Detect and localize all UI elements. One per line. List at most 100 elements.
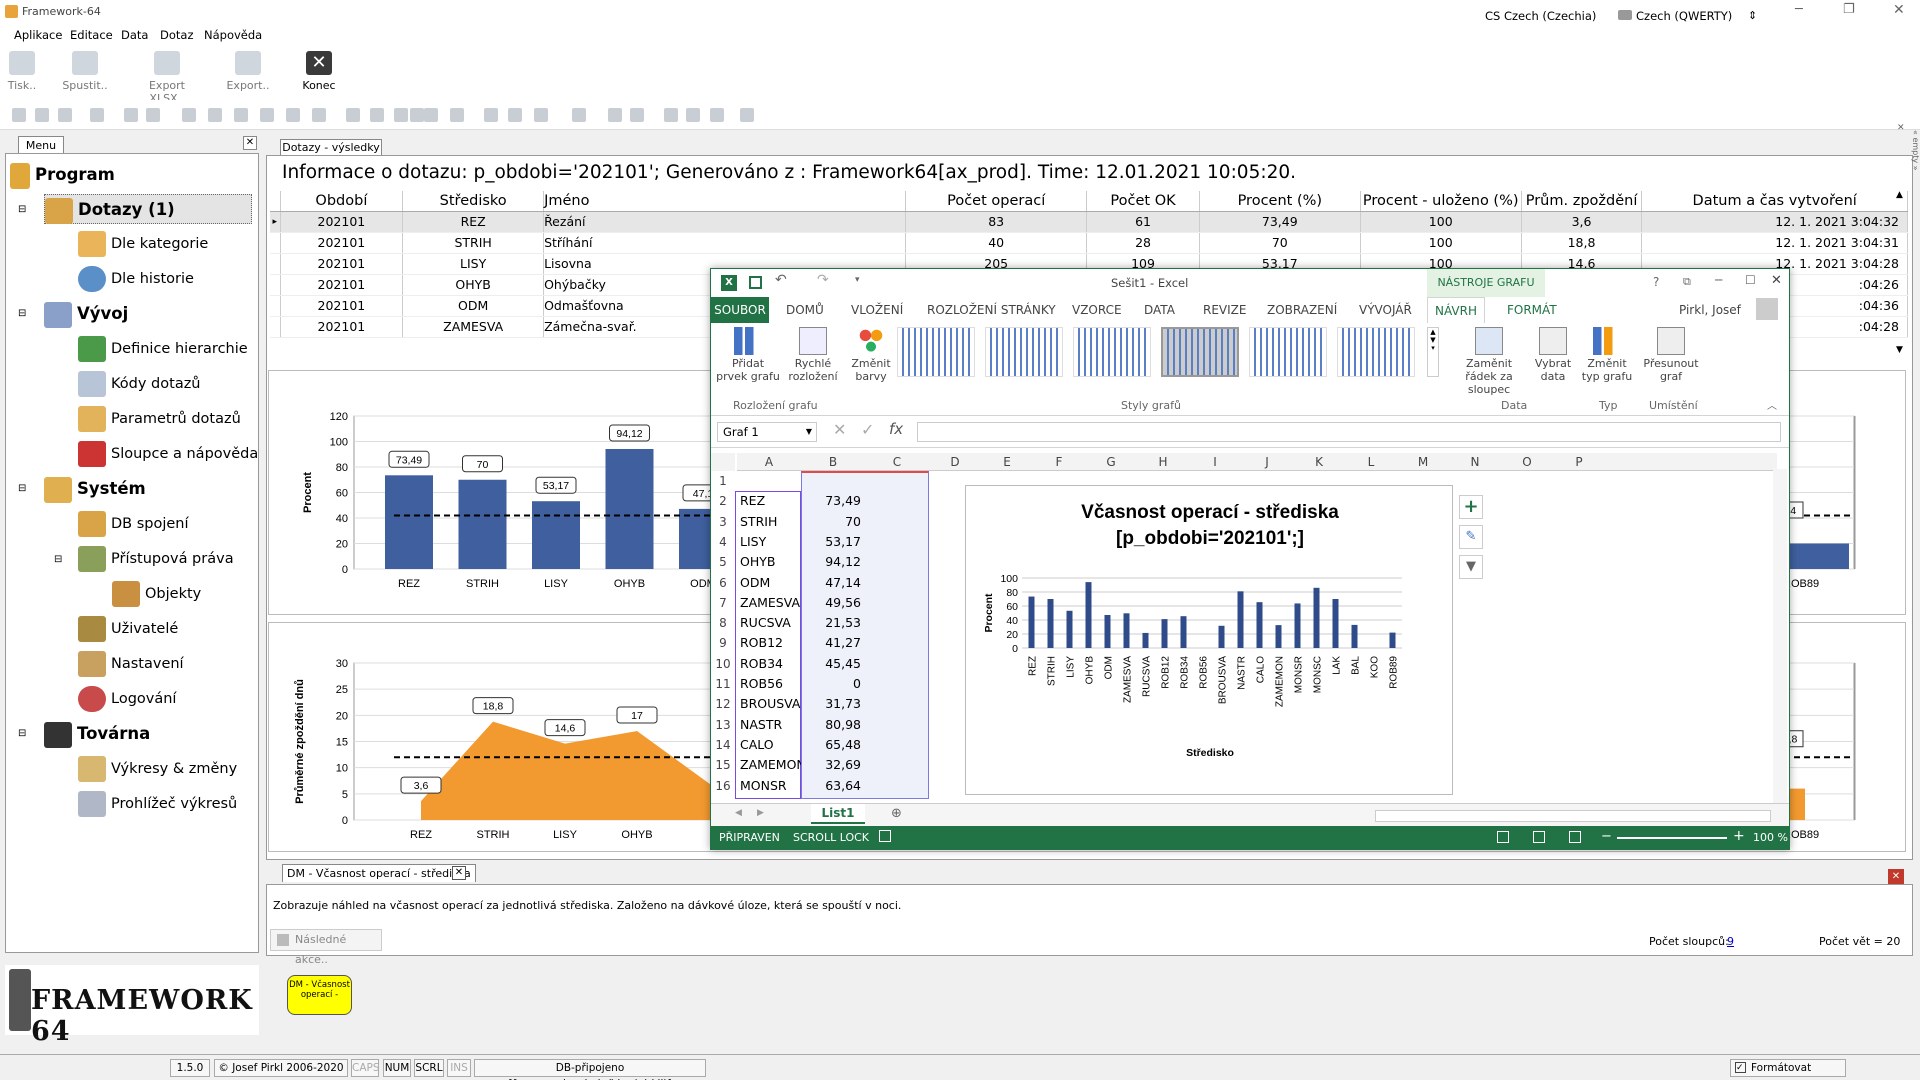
- page-break-icon[interactable]: [1569, 831, 1581, 843]
- column-header[interactable]: L: [1345, 453, 1397, 471]
- tab-domu[interactable]: DOMŮ: [786, 303, 824, 317]
- sort-icon[interactable]: [608, 108, 622, 122]
- tab-rozlozeni-stranky[interactable]: ROZLOŽENÍ STRÁNKY: [927, 303, 1056, 317]
- add-sheet-icon[interactable]: ⊕: [891, 806, 902, 821]
- cell-a[interactable]: LISY: [737, 532, 801, 552]
- cell-b[interactable]: 80,98: [801, 715, 865, 735]
- chart-style-4[interactable]: [1161, 327, 1239, 377]
- change-chart-type-button[interactable]: Změnit typ grafu: [1579, 323, 1635, 391]
- column-header[interactable]: B: [801, 453, 865, 471]
- tree-parametru-dotazu[interactable]: Parametrů dotazů: [78, 404, 241, 434]
- cell-b[interactable]: [801, 471, 865, 491]
- col-header[interactable]: Středisko: [402, 191, 545, 212]
- horizontal-scrollbar[interactable]: [1375, 810, 1771, 822]
- keyboard-indicator[interactable]: Czech (QWERTY): [1636, 9, 1732, 23]
- bar[interactable]: [458, 479, 507, 569]
- menu-close-button[interactable]: ✕: [243, 136, 257, 150]
- cell-a[interactable]: ODM: [737, 573, 801, 593]
- undo-icon[interactable]: ↶: [775, 272, 787, 288]
- next-actions-button[interactable]: Následné akce..: [270, 929, 382, 966]
- menu-napoveda[interactable]: Nápověda: [204, 28, 262, 42]
- bar[interactable]: [1237, 591, 1244, 648]
- star-icon[interactable]: [484, 108, 498, 122]
- column-header[interactable]: K: [1293, 453, 1345, 471]
- row-header[interactable]: 15: [711, 755, 735, 775]
- bar[interactable]: [1066, 610, 1073, 648]
- cell-a[interactable]: OHYB: [737, 552, 801, 572]
- tree-expander[interactable]: ⊟: [18, 204, 26, 215]
- bar[interactable]: [1313, 587, 1320, 648]
- row-selector[interactable]: [270, 295, 281, 317]
- normal-view-icon[interactable]: [1497, 831, 1509, 843]
- col-header[interactable]: Procent (%): [1199, 191, 1361, 212]
- collapse-ribbon-icon[interactable]: ︿: [1767, 397, 1777, 412]
- tree-logovani[interactable]: Logování: [78, 684, 176, 714]
- tab-data[interactable]: DATA: [1144, 303, 1175, 317]
- tree-program[interactable]: Program: [10, 160, 115, 190]
- menu-editace[interactable]: Editace: [70, 28, 113, 42]
- cell-b[interactable]: 21,53: [801, 613, 865, 633]
- cell-b[interactable]: 47,14: [801, 573, 865, 593]
- row-header[interactable]: 8: [711, 613, 735, 633]
- cut-icon[interactable]: [12, 108, 26, 122]
- tree-dle-kategorie[interactable]: Dle kategorie: [78, 229, 208, 259]
- cell-b[interactable]: 70: [801, 512, 865, 532]
- print-button[interactable]: Tisk..: [0, 49, 57, 97]
- chart-styles-brush-icon[interactable]: ✎: [1459, 525, 1483, 549]
- tree-sloupce-napoveda[interactable]: Sloupce a nápověda: [78, 439, 258, 469]
- excel-maximize-button[interactable]: ☐: [1745, 273, 1756, 287]
- column-header[interactable]: A: [737, 453, 801, 471]
- add-chart-element-button[interactable]: Přidat prvek grafu: [715, 323, 781, 391]
- find-icon[interactable]: [124, 108, 138, 122]
- col-count-link[interactable]: 9: [1727, 935, 1734, 948]
- tree-db-spojeni[interactable]: DB spojení: [78, 509, 189, 539]
- bar[interactable]: [1256, 602, 1263, 648]
- col-header[interactable]: Období: [280, 191, 404, 212]
- edit-icon[interactable]: [394, 108, 408, 122]
- tab-revize[interactable]: REVIZE: [1203, 303, 1246, 317]
- bar[interactable]: [1389, 632, 1396, 648]
- tree-expander[interactable]: ⊟: [18, 483, 26, 494]
- chart-style-5[interactable]: [1249, 327, 1327, 377]
- delete-icon[interactable]: [410, 108, 424, 122]
- column-header[interactable]: C: [865, 453, 929, 471]
- bar[interactable]: [1123, 613, 1130, 648]
- cell-a[interactable]: ROB56: [737, 674, 801, 694]
- bar[interactable]: [1028, 596, 1035, 648]
- function-icon[interactable]: fx: [889, 420, 903, 438]
- chart-style-1[interactable]: [897, 327, 975, 377]
- select-all[interactable]: [711, 453, 735, 471]
- row-selector[interactable]: [270, 316, 281, 338]
- tree-definice-hierarchie[interactable]: Definice hierarchie: [78, 334, 248, 364]
- column-header[interactable]: D: [929, 453, 981, 471]
- row-header[interactable]: 2: [711, 491, 735, 511]
- filter-icon[interactable]: [534, 108, 548, 122]
- tab-zobrazeni[interactable]: ZOBRAZENÍ: [1267, 303, 1337, 317]
- tab-vzorce[interactable]: VZORCE: [1072, 303, 1122, 317]
- close-window-button[interactable]: ✕: [1893, 2, 1905, 18]
- close-icon[interactable]: ✕: [1897, 123, 1905, 133]
- bar[interactable]: [1332, 599, 1339, 648]
- bar[interactable]: [1085, 582, 1092, 648]
- cell-a[interactable]: [737, 471, 801, 491]
- tree-nastaveni[interactable]: Nastavení: [78, 649, 184, 679]
- paste-icon[interactable]: [58, 108, 72, 122]
- cell-a[interactable]: ROB12: [737, 633, 801, 653]
- view-icon[interactable]: [450, 108, 464, 122]
- language-indicator[interactable]: CS Czech (Czechia): [1485, 9, 1596, 23]
- zoom-out-icon[interactable]: −: [1601, 829, 1612, 844]
- column-header[interactable]: E: [981, 453, 1033, 471]
- bottom-close-button[interactable]: ✕: [1888, 869, 1904, 885]
- add-icon[interactable]: [346, 108, 360, 122]
- cell-b[interactable]: 45,45: [801, 654, 865, 674]
- formula-input[interactable]: [917, 422, 1781, 442]
- keyboard-menu-icon[interactable]: ⇕: [1748, 9, 1757, 22]
- ribbon-display-button[interactable]: ⧉: [1683, 275, 1691, 289]
- bar[interactable]: [1294, 603, 1301, 648]
- next-record-icon[interactable]: [260, 108, 274, 122]
- add-copy-icon[interactable]: [370, 108, 384, 122]
- tab-query-results[interactable]: Dotazy - výsledky: [280, 139, 382, 156]
- row-header[interactable]: 10: [711, 654, 735, 674]
- zoom-level[interactable]: 100 %: [1753, 831, 1788, 844]
- tab-format[interactable]: FORMÁT: [1507, 303, 1557, 317]
